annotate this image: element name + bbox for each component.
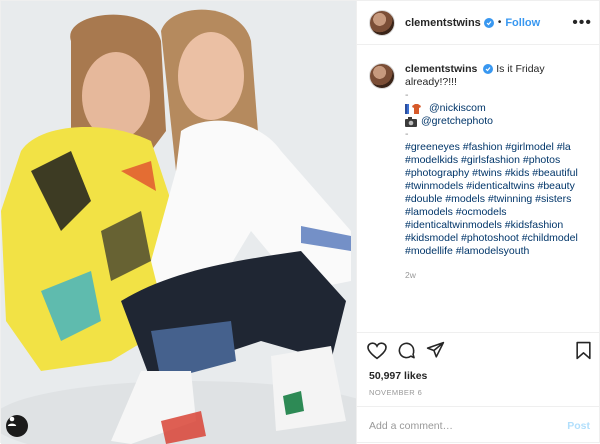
- credit-mention[interactable]: @gretchephoto: [421, 115, 493, 128]
- caption-dash: -: [405, 89, 409, 101]
- checkmark-glyph: [486, 20, 492, 25]
- comment-age[interactable]: 2w: [405, 269, 590, 282]
- caption-body: clementstwins Is it Friday already!?!!! …: [405, 63, 590, 282]
- comment-icon[interactable]: [397, 341, 416, 360]
- likes-count[interactable]: 50,997 likes: [357, 368, 600, 384]
- camera-emoji-icon: [405, 116, 417, 127]
- photo-illustration: [1, 1, 356, 444]
- verified-badge-icon: [483, 64, 494, 75]
- person-tag-glyph: [7, 416, 17, 426]
- follow-button[interactable]: Follow: [505, 17, 540, 29]
- instagram-post: clementstwins • Follow ••• clementstwins: [0, 0, 600, 444]
- more-options-icon[interactable]: •••: [572, 14, 592, 31]
- person-tag-icon[interactable]: [6, 415, 28, 437]
- avatar[interactable]: [369, 9, 395, 36]
- comments-section: clementstwins Is it Friday already!?!!! …: [357, 45, 600, 332]
- verified-badge-icon: [483, 17, 494, 28]
- action-bar: [357, 332, 600, 368]
- header-username[interactable]: clementstwins: [405, 17, 481, 29]
- post-date[interactable]: NOVEMBER 6: [357, 384, 600, 406]
- caption-avatar[interactable]: [369, 63, 395, 89]
- post-photo[interactable]: [1, 1, 356, 444]
- caption: clementstwins Is it Friday already!?!!! …: [369, 63, 590, 282]
- caption-first-line: clementstwins Is it Friday already!?!!!: [405, 63, 590, 89]
- post-sidebar: clementstwins • Follow ••• clementstwins: [356, 1, 600, 444]
- add-comment-bar: Post: [357, 406, 600, 444]
- hashtags[interactable]: #greeneyes #fashion #girlmodel #la #mode…: [405, 141, 590, 258]
- credit-line: @nickiscom: [405, 102, 590, 115]
- credit-line: @gretchephoto: [405, 115, 590, 128]
- bookmark-icon[interactable]: [575, 341, 592, 360]
- separator-dot: •: [497, 17, 502, 28]
- clothes-emoji-icon: [405, 103, 421, 114]
- share-icon[interactable]: [426, 341, 445, 360]
- post-header: clementstwins • Follow •••: [357, 1, 600, 45]
- caption-username[interactable]: clementstwins: [405, 63, 477, 75]
- credit-mention[interactable]: @nickiscom: [429, 102, 486, 115]
- caption-dash: -: [405, 128, 409, 140]
- heart-icon[interactable]: [367, 341, 387, 360]
- checkmark-glyph: [485, 67, 491, 72]
- comment-input[interactable]: [369, 419, 568, 432]
- post-comment-button[interactable]: Post: [567, 420, 590, 432]
